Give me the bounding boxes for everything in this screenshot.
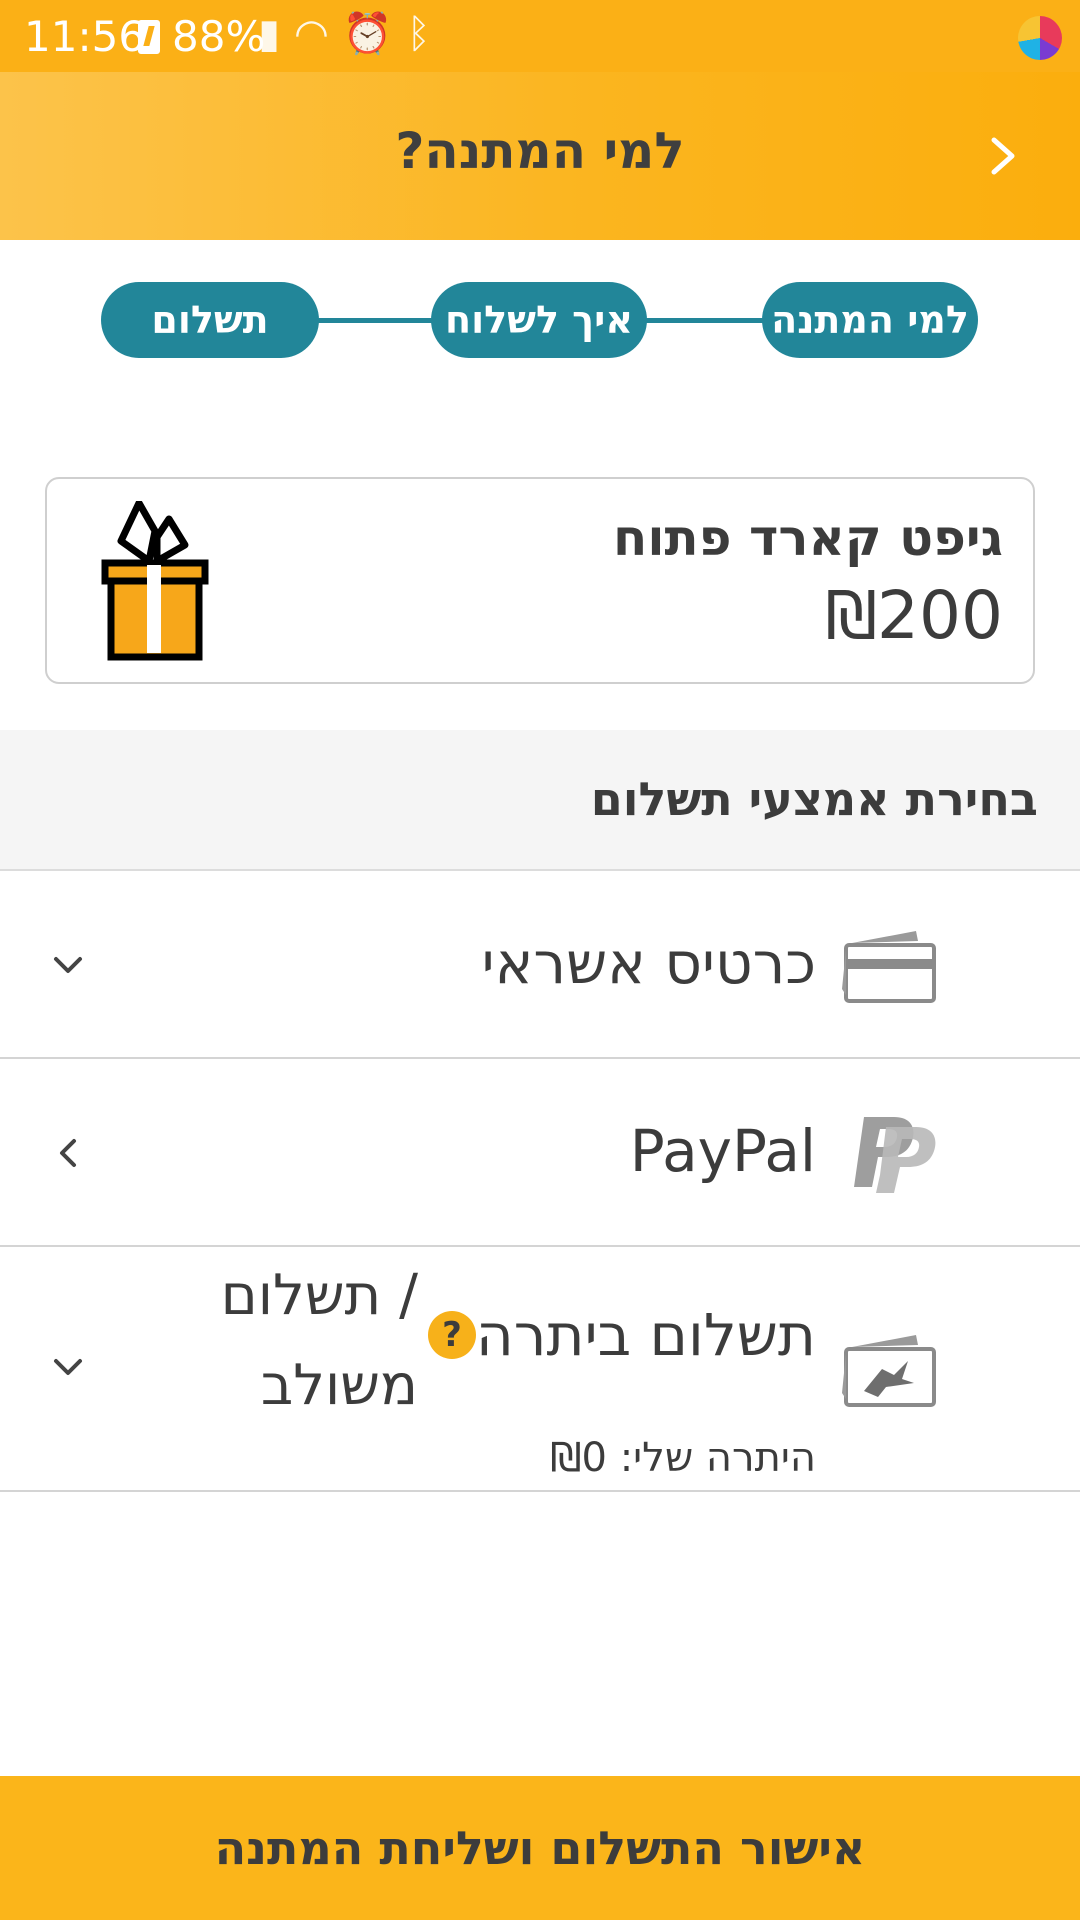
chevron-left-icon[interactable] xyxy=(50,1135,86,1171)
payment-section-title: בחירת אמצעי תשלום xyxy=(590,772,1038,826)
gift-card-name: גיפט קארד פתוח xyxy=(613,509,1003,567)
gift-card-summary: גיפט קארד פתוח ₪200 xyxy=(45,477,1035,684)
paypal-icon xyxy=(854,1117,936,1193)
chevron-down-icon[interactable] xyxy=(50,947,86,983)
payment-method-balance[interactable]: תשלום ביתרה ? / תשלום משולב היתרה שלי: ₪… xyxy=(0,1247,1080,1492)
wifi-icon: ◠ xyxy=(294,11,343,57)
chevron-down-icon[interactable] xyxy=(50,1349,86,1385)
status-bar: 11:56 88% ▮◠⏰ᛒ xyxy=(0,0,1080,72)
balance-card-icon xyxy=(842,1335,936,1407)
payment-method-credit-card[interactable]: כרטיס אשראי xyxy=(0,871,1080,1059)
my-balance-text: היתרה שלי: ₪0 xyxy=(550,1435,816,1481)
alarm-icon: ⏰ xyxy=(342,11,407,57)
balance-payment-label: תשלום ביתרה xyxy=(475,1301,816,1369)
signal-icon: ▮ xyxy=(258,11,295,57)
step-who-is-gift-for[interactable]: למי המתנה xyxy=(762,282,978,358)
status-time: 11:56 xyxy=(24,12,146,61)
combined-payment-label: / תשלום משולב xyxy=(220,1263,418,1418)
credit-card-label: כרטיס אשראי xyxy=(481,929,816,997)
confirm-payment-button[interactable]: אישור התשלום ושליחת המתנה xyxy=(0,1776,1080,1920)
step-payment[interactable]: תשלום xyxy=(101,282,319,358)
app-icon xyxy=(1018,16,1062,60)
credit-card-icon xyxy=(842,931,936,1003)
payment-method-paypal[interactable]: PayPal xyxy=(0,1059,1080,1247)
step-how-to-send[interactable]: איך לשלוח xyxy=(431,282,647,358)
chevron-right-icon[interactable] xyxy=(980,134,1024,178)
gift-card-amount: ₪200 xyxy=(825,577,1003,654)
app-header: למי המתנה? xyxy=(0,72,1080,240)
payment-section-header: בחירת אמצעי תשלום xyxy=(0,730,1080,871)
gift-box-icon xyxy=(101,501,209,661)
page-title: למי המתנה? xyxy=(395,122,685,180)
status-system-icons: ▮◠⏰ᛒ xyxy=(258,10,445,57)
status-battery: 88% xyxy=(172,12,266,61)
battery-charging-icon xyxy=(138,20,160,54)
question-icon[interactable]: ? xyxy=(428,1311,476,1359)
bluetooth-icon: ᛒ xyxy=(406,11,445,57)
paypal-label: PayPal xyxy=(629,1117,816,1185)
progress-stepper: למי המתנה איך לשלוח תשלום xyxy=(0,282,1080,358)
